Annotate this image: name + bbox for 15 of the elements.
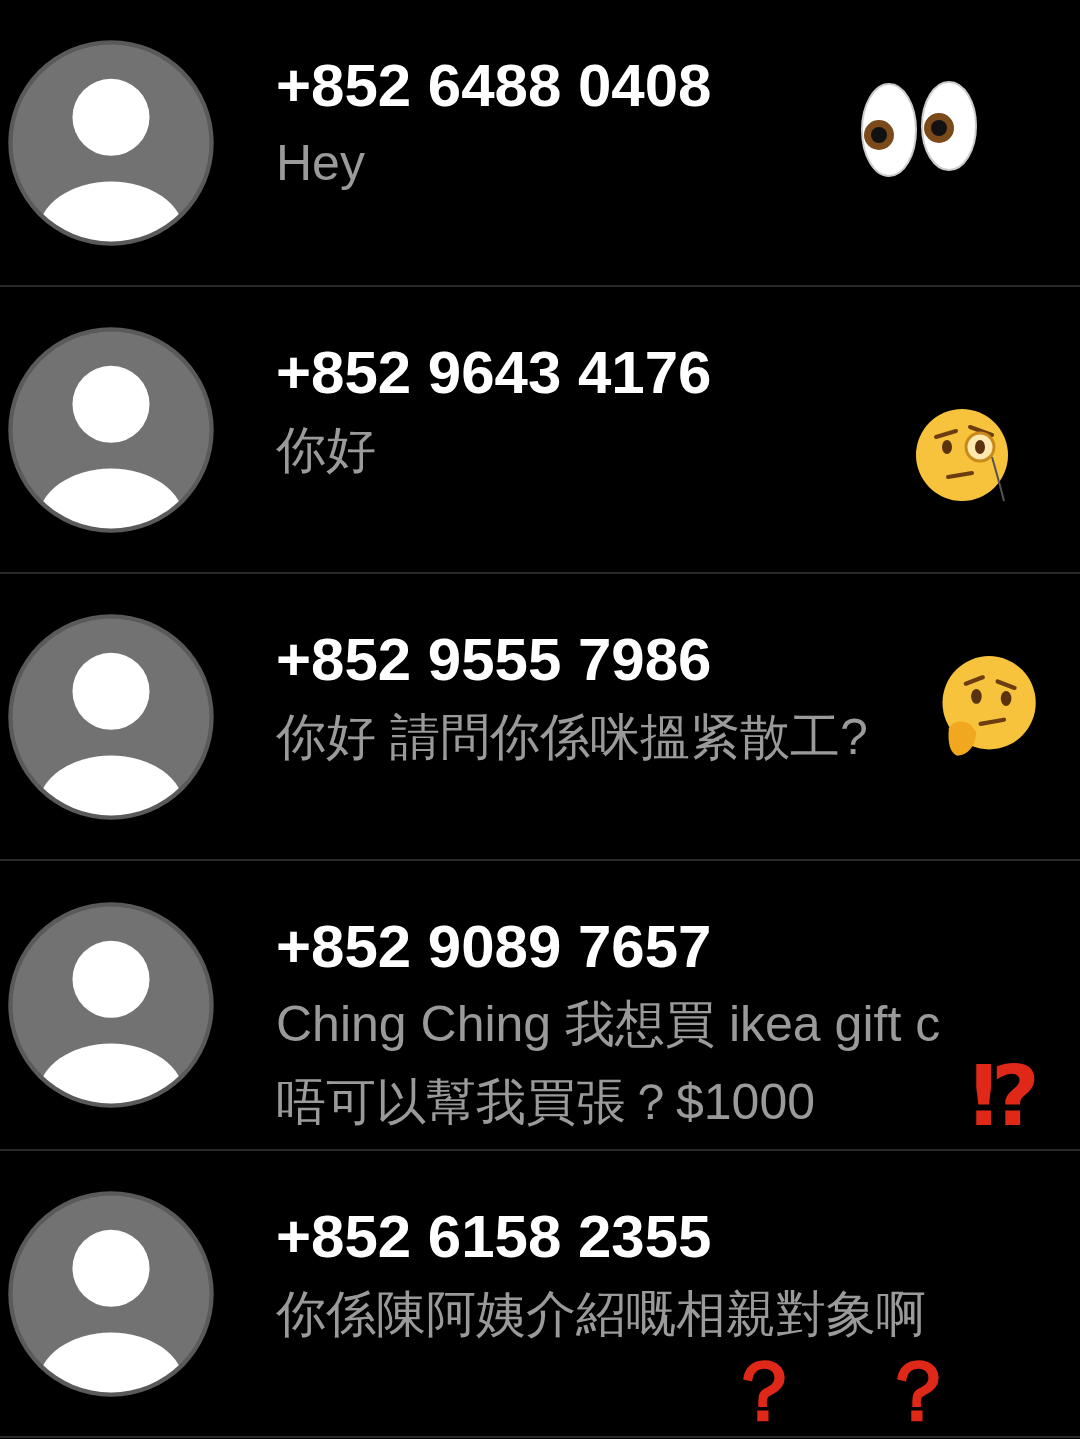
phone-number: +852 6158 2355 — [276, 1202, 713, 1272]
message-preview: 你係陳阿姨介紹嘅相親對象啊 — [276, 1285, 926, 1344]
phone-number: +852 6488 0408 — [276, 51, 712, 121]
question-mark: ？ — [722, 1346, 806, 1436]
phone-number: +852 9643 4176 — [276, 338, 712, 408]
message-preview: Ching Ching 我想買 ikea gift c — [276, 995, 941, 1054]
message-preview: 唔可以幫我買張？$1000 — [276, 1073, 817, 1132]
message-preview: 你好 — [276, 421, 377, 480]
message-preview: Hey — [276, 134, 366, 193]
phone-number: +852 9089 7657 — [276, 912, 713, 982]
eyes-icon — [858, 80, 980, 180]
phone-number: +852 9555 7986 — [276, 625, 713, 695]
question-mark: ？ — [876, 1346, 960, 1436]
exclamation-question-mark: ⁉ — [970, 1051, 1040, 1141]
message-preview: 你好 請問你係咪搵紧散工? — [276, 708, 868, 767]
